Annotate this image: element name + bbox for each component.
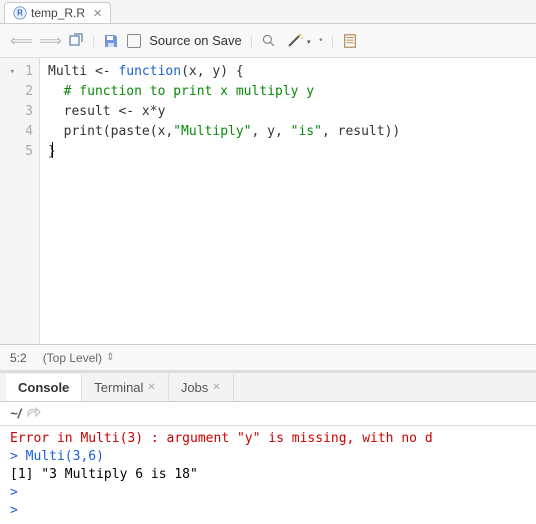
file-tab[interactable]: R temp_R.R ✕ [4, 2, 111, 23]
console-input-line: > Multi(3,6) [10, 448, 526, 466]
console-error-line: Error in Multi(3) : argument "y" is miss… [10, 430, 526, 448]
line-number: 5 [0, 142, 39, 162]
toolbar-separator: | [250, 33, 253, 48]
r-file-icon: R [13, 6, 27, 20]
code-editor[interactable]: Multi <- function(x, y) { # function to … [40, 58, 536, 344]
new-window-icon[interactable] [68, 33, 84, 49]
console-result-line: [1] "3 Multiply 6 is 18" [10, 466, 526, 484]
toolbar-separator: | [92, 33, 95, 48]
file-tab-name: temp_R.R [31, 6, 85, 20]
close-tab-icon[interactable]: ✕ [93, 7, 102, 20]
file-tab-bar: R temp_R.R ✕ [0, 0, 536, 24]
line-number: 2 [0, 82, 39, 102]
line-gutter[interactable]: 1 2 3 4 5 [0, 58, 40, 344]
line-number: 4 [0, 122, 39, 142]
nav-back-icon[interactable]: ⟸ [10, 31, 31, 51]
magic-wand-icon[interactable]: ▾ [285, 33, 311, 49]
bottom-tab-bar: Console Terminal ✕ Jobs ✕ [0, 370, 536, 402]
line-number: 3 [0, 102, 39, 122]
tab-console[interactable]: Console [6, 374, 82, 401]
editor-status-bar: 5:2 (Top Level) ⇕ [0, 344, 536, 370]
editor-area: 1 2 3 4 5 Multi <- function(x, y) { # fu… [0, 58, 536, 344]
search-icon[interactable] [261, 33, 277, 49]
scope-selector[interactable]: (Top Level) ⇕ [43, 351, 115, 365]
editor-toolbar: ⟸ ⟹ | Source on Save | ▾ • | [0, 24, 536, 58]
console-prompt: > [10, 502, 526, 520]
console-share-icon[interactable] [27, 406, 41, 421]
source-on-save-label: Source on Save [149, 33, 242, 48]
nav-forward-icon[interactable]: ⟹ [39, 31, 60, 51]
svg-text:▾: ▾ [307, 39, 311, 46]
svg-text:R: R [17, 9, 23, 18]
source-on-save-checkbox[interactable] [127, 34, 141, 48]
tab-terminal[interactable]: Terminal ✕ [82, 374, 169, 401]
close-tab-icon[interactable]: ✕ [212, 382, 220, 393]
text-cursor [52, 142, 53, 158]
line-number: 1 [0, 62, 39, 82]
console-header: ~/ [0, 402, 536, 426]
console-output[interactable]: Error in Multi(3) : argument "y" is miss… [0, 426, 536, 524]
console-prompt: > [10, 484, 526, 502]
toolbar-separator: | [331, 33, 334, 48]
scope-caret-icon: ⇕ [106, 352, 114, 363]
console-cwd: ~/ [10, 406, 21, 421]
close-tab-icon[interactable]: ✕ [147, 382, 155, 393]
cursor-position: 5:2 [10, 351, 27, 365]
notebook-icon[interactable] [342, 33, 358, 49]
tab-jobs[interactable]: Jobs ✕ [169, 374, 234, 401]
save-icon[interactable] [103, 33, 119, 49]
toolbar-dropdown-caret[interactable]: • [319, 35, 323, 46]
